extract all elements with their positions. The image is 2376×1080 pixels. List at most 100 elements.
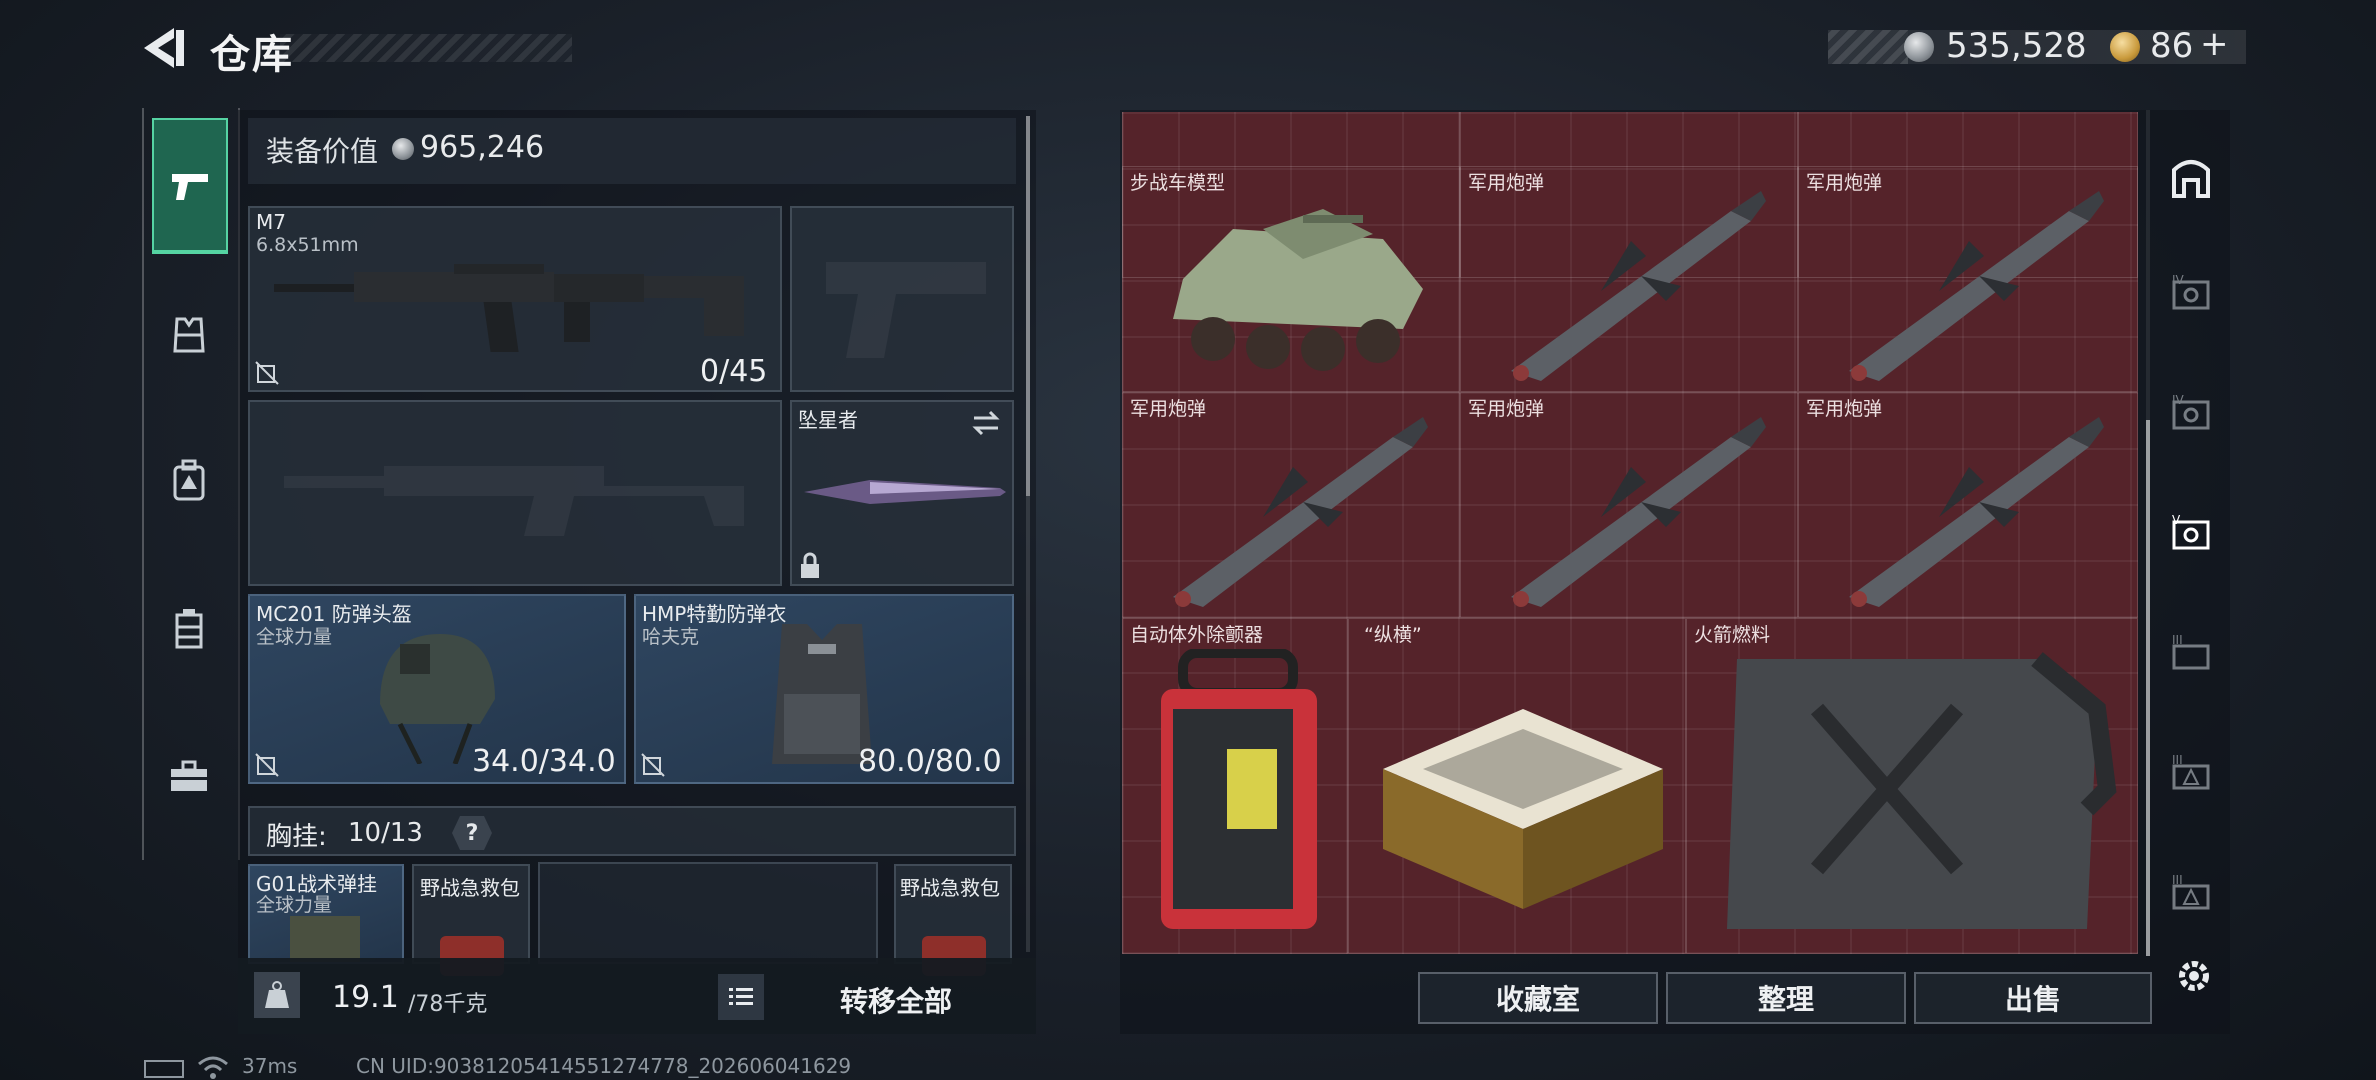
container-tier-3-icon[interactable]: III xyxy=(2168,752,2214,798)
vest-icon xyxy=(173,317,205,353)
storage-grid[interactable] xyxy=(1122,112,2138,954)
medkit-name: 野战急救包 xyxy=(420,876,520,900)
container-tier-4-icon[interactable]: IV xyxy=(2168,392,2214,438)
swap-icon[interactable] xyxy=(970,410,1002,436)
title-decoration xyxy=(280,34,572,62)
secondary-weapon-slot[interactable] xyxy=(248,400,782,586)
pistol-silhouette-icon xyxy=(826,262,986,358)
knife-image xyxy=(804,480,1006,504)
pistol-slot[interactable] xyxy=(790,206,1014,392)
item-name: 火箭燃料 xyxy=(1694,624,1771,646)
item-name: 军用炮弹 xyxy=(1806,172,1883,194)
chest-rig-label: 胸挂: xyxy=(266,822,327,852)
tab-armor[interactable] xyxy=(154,300,224,370)
defibrillator-image xyxy=(1161,649,1317,929)
sell-button[interactable]: 出售 xyxy=(1914,972,2152,1024)
svg-text:III: III xyxy=(2172,873,2183,887)
list-icon xyxy=(729,988,753,1005)
pistol-icon xyxy=(172,174,208,200)
storage-item-shell[interactable] xyxy=(1460,166,1798,392)
item-name: 军用炮弹 xyxy=(1468,398,1545,420)
tab-backpack[interactable] xyxy=(154,446,224,516)
chest-rig-capacity: 10/13 xyxy=(348,818,423,848)
silver-amount: 535,528 xyxy=(1946,26,2087,66)
ping: 37ms xyxy=(242,1054,298,1078)
container-tier-3-icon[interactable]: III xyxy=(2168,872,2214,918)
storage-item-shell[interactable] xyxy=(1122,392,1460,618)
loadout-scroll-thumb[interactable] xyxy=(1026,116,1030,496)
ifv-model-image xyxy=(1173,209,1423,371)
weight-icon xyxy=(254,972,300,1018)
storage-item-shell[interactable] xyxy=(1798,392,2138,618)
fuel-canister-image xyxy=(1727,652,2117,929)
artillery-shell-image xyxy=(1511,191,1766,381)
storage-item-ifv-model[interactable] xyxy=(1122,166,1460,392)
armor-durability: 80.0/80.0 xyxy=(858,744,1002,779)
helmet-image xyxy=(380,634,495,764)
storage-item-aed[interactable] xyxy=(1122,618,1348,954)
help-button[interactable]: ? xyxy=(452,816,492,850)
gold-amount: 86 xyxy=(2150,26,2194,66)
artillery-shell-image xyxy=(1511,417,1766,607)
user-uid: CN UID:9038120541455127477​8_20260604162… xyxy=(356,1054,852,1078)
add-currency-button[interactable]: + xyxy=(2200,24,2229,64)
storage-item-shell[interactable] xyxy=(1460,392,1798,618)
primary-weapon-name: M7 xyxy=(256,210,286,234)
medkit-name: 野战急救包 xyxy=(900,876,1000,900)
carry-weight: 19.1 xyxy=(332,980,399,1015)
tab-weapons[interactable] xyxy=(152,118,228,254)
back-arrow-icon xyxy=(144,28,184,68)
armor-brand: 哈夫克 xyxy=(642,626,700,648)
battery-icon xyxy=(144,1060,184,1078)
primary-ammo-type: 6.8x51mm xyxy=(256,234,359,256)
settings-gear-icon[interactable] xyxy=(2172,954,2216,998)
equipment-value-label: 装备价值 xyxy=(266,135,379,168)
item-name: 军用炮弹 xyxy=(1806,398,1883,420)
svg-text:IV: IV xyxy=(2172,393,2185,407)
transfer-all-button[interactable]: 转移全部 xyxy=(840,980,952,1020)
storage-item-rocket-fuel[interactable] xyxy=(1686,618,2138,954)
back-button[interactable] xyxy=(140,26,190,70)
tab-chest-rig[interactable] xyxy=(154,594,224,664)
no-insure-icon xyxy=(255,753,279,777)
home-storage-icon[interactable] xyxy=(2168,154,2214,200)
container-tier-4-icon[interactable]: IV xyxy=(2168,272,2214,318)
item-name: 军用炮弹 xyxy=(1468,172,1545,194)
collection-room-button[interactable]: 收藏室 xyxy=(1418,972,1658,1024)
rig-item-brand: 全球力量 xyxy=(256,894,333,916)
svg-text:IV: IV xyxy=(2172,273,2185,287)
backpack-icon xyxy=(173,459,205,501)
tab-case[interactable] xyxy=(154,742,224,812)
item-name: 自动体外除颤器 xyxy=(1130,624,1264,646)
wifi-icon xyxy=(198,1056,228,1079)
chess-set-image xyxy=(1383,709,1663,909)
storage-item-chess[interactable] xyxy=(1348,618,1686,954)
list-view-button[interactable] xyxy=(718,974,764,1020)
storage-scroll-thumb[interactable] xyxy=(2146,420,2150,956)
sort-button[interactable]: 整理 xyxy=(1666,972,1906,1024)
svg-text:III: III xyxy=(2172,633,2183,647)
artillery-shell-image xyxy=(1849,191,2104,381)
lock-icon xyxy=(801,552,819,578)
svg-text:III: III xyxy=(2172,753,2183,767)
primary-ammo-count: 0/45 xyxy=(700,354,768,389)
item-name: “纵横” xyxy=(1364,624,1422,646)
svg-text:V: V xyxy=(2172,513,2181,527)
artillery-shell-image xyxy=(1849,417,2104,607)
rifle-silhouette-icon xyxy=(284,466,744,536)
carry-weight-max: /78千克 xyxy=(408,992,488,1017)
chest-rig-icon xyxy=(175,609,203,649)
briefcase-icon xyxy=(171,760,207,791)
equipment-value: 965,246 xyxy=(420,130,545,165)
artillery-shell-image xyxy=(1173,417,1428,607)
item-name: 军用炮弹 xyxy=(1130,398,1207,420)
silver-coin-icon xyxy=(1904,32,1934,62)
storage-item-shell[interactable] xyxy=(1798,166,2138,392)
container-tier-5-icon[interactable]: V xyxy=(2168,512,2214,558)
empty-rig-slot[interactable] xyxy=(538,862,878,964)
silver-coin-icon xyxy=(392,138,414,160)
container-tier-3-icon[interactable]: III xyxy=(2168,632,2214,678)
helmet-brand: 全球力量 xyxy=(256,626,333,648)
helmet-durability: 34.0/34.0 xyxy=(472,744,616,779)
gold-coin-icon xyxy=(2110,32,2140,62)
